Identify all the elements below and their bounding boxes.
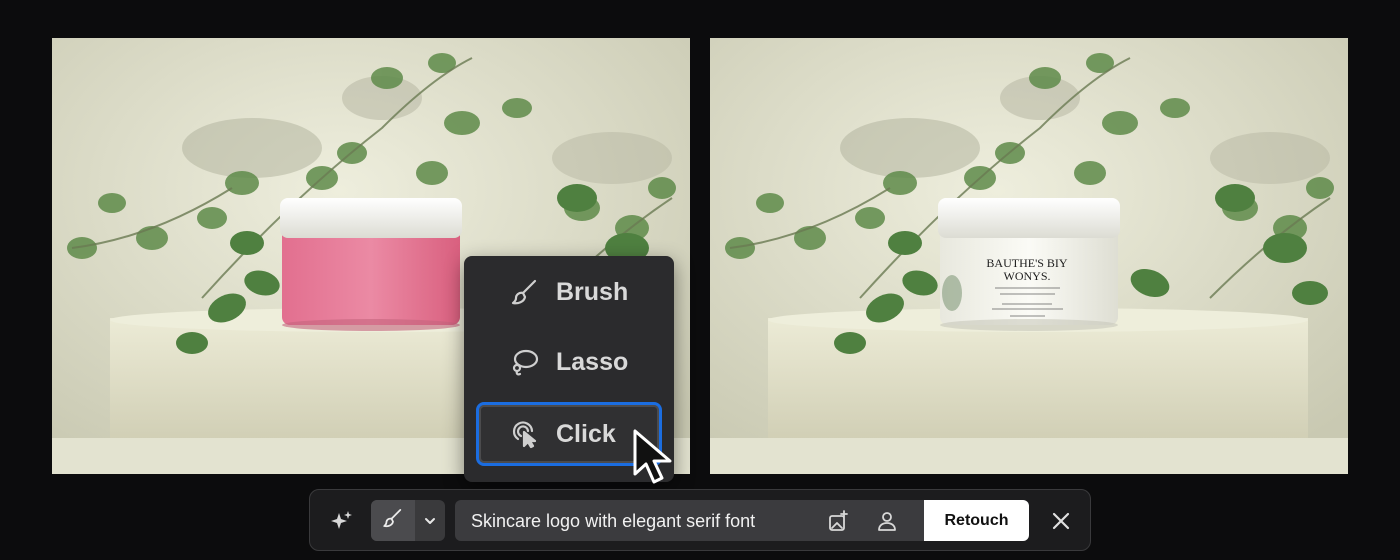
after-image: BAUTHE'S BIY WONYS. [710, 38, 1348, 474]
prompt-field[interactable]: Skincare logo with elegant serif font Re… [455, 500, 1029, 541]
jar-brand-line2: WONYS. [1004, 269, 1051, 283]
menu-item-label: Brush [556, 277, 629, 306]
close-icon[interactable] [1048, 508, 1074, 534]
retouch-button[interactable]: Retouch [924, 500, 1029, 541]
selection-tool-dropdown[interactable] [371, 500, 445, 541]
prompt-input[interactable]: Skincare logo with elegant serif font [471, 511, 755, 532]
jar-brand-line1: BAUTHE'S BIY [986, 256, 1067, 270]
menu-item-brush[interactable]: Brush [476, 260, 662, 324]
lasso-icon [510, 347, 540, 377]
menu-item-label: Click [556, 419, 616, 448]
after-scene: BAUTHE'S BIY WONYS. [710, 38, 1348, 474]
click-icon [510, 419, 540, 449]
menu-item-lasso[interactable]: Lasso [476, 330, 662, 394]
retouch-toolbar: Skincare logo with elegant serif font Re… [309, 489, 1091, 551]
person-icon[interactable] [875, 509, 899, 533]
brush-tool-button[interactable] [371, 500, 415, 541]
sparkle-icon[interactable] [328, 508, 354, 534]
brush-icon [382, 507, 404, 534]
image-reference-icon[interactable] [827, 509, 851, 533]
menu-item-label: Lasso [556, 347, 629, 376]
brush-icon [510, 277, 540, 307]
chevron-down-icon[interactable] [415, 500, 445, 541]
mouse-pointer-icon [633, 429, 672, 484]
